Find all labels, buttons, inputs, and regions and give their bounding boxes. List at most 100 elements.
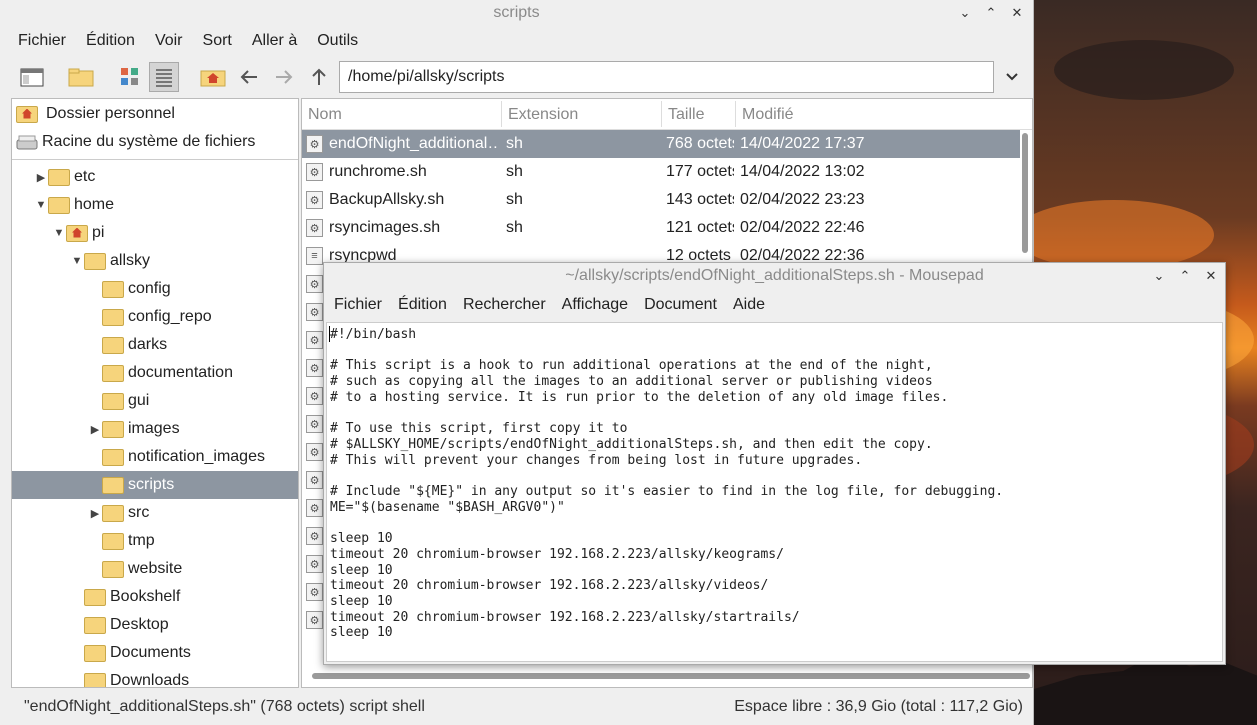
file-row[interactable]: ⚙ rsyncimages.sh sh 121 octets 02/04/2022 22… [302,214,1020,242]
window-title: scripts [493,4,540,21]
file-name: BackupAllsky.sh [329,191,445,208]
path-input[interactable]: /home/pi/allsky/scripts [339,61,994,93]
file-row[interactable]: ⚙ endOfNight_additional… sh 768 octets 14/04… [302,130,1020,158]
tree-item-website[interactable]: website [12,555,298,583]
place-label: Dossier personnel [46,105,175,122]
path-history-dropdown[interactable] [1000,61,1024,93]
tree-item-images[interactable]: ▶ images [12,415,298,443]
mousepad-close-button[interactable]: ✕ [1203,268,1219,284]
menu-sort[interactable]: Sort [193,30,242,52]
mousepad-maximize-button[interactable]: ⌃ [1177,268,1193,284]
script-file-icon: ⚙ [306,219,323,237]
horizontal-scrollbar[interactable] [312,673,1030,679]
expanded-arrow-icon[interactable]: ▼ [70,255,84,267]
folder-icon [102,364,124,382]
folder-icon [48,168,70,186]
side-pane: Dossier personnel Racine du système de f… [11,98,299,688]
new-tab-button[interactable] [66,62,96,92]
tree-item-label: Bookshelf [110,588,181,605]
arrow-up-icon [312,68,326,85]
status-free-space: Espace libre : 36,9 Gio (total : 117,2 G… [734,698,1023,715]
folder-icon [102,280,124,298]
status-bar: "endOfNight_additionalSteps.sh" (768 oct… [0,690,1034,725]
status-selection: "endOfNight_additionalSteps.sh" (768 oct… [24,698,425,715]
mousepad-menu-affichage[interactable]: Affichage [554,294,636,316]
mousepad-title: ~/allsky/scripts/endOfNight_additionalSt… [565,267,984,284]
file-modified: 02/04/2022 22:46 [740,219,865,236]
text-cursor [329,326,330,342]
tree-item-etc[interactable]: ▶ etc [12,163,298,191]
mousepad-menu-rechercher[interactable]: Rechercher [455,294,554,316]
tree-item-tmp[interactable]: tmp [12,527,298,555]
script-file-icon: ⚙ [306,499,323,517]
collapsed-arrow-icon[interactable]: ▶ [88,507,102,520]
place-label: Racine du système de fichiers [42,133,256,150]
tree-item-scripts[interactable]: scripts [12,471,298,499]
column-size[interactable]: Taille [668,106,704,124]
expanded-arrow-icon[interactable]: ▼ [34,199,48,211]
menu-voir[interactable]: Voir [145,30,193,52]
new-window-button[interactable] [17,62,47,92]
tree-item-label: documentation [128,364,233,381]
mousepad-menu-fichier[interactable]: Fichier [326,294,390,316]
home-button[interactable] [198,62,228,92]
script-file-icon: ⚙ [306,163,323,181]
column-modified[interactable]: Modifié [742,106,794,124]
menu-fichier[interactable]: Fichier [8,30,76,52]
script-file-icon: ⚙ [306,583,323,601]
place-root[interactable]: Racine du système de fichiers [16,129,255,155]
text-editor[interactable]: #!/bin/bash # This script is a hook to r… [326,322,1223,662]
tree-item-config-repo[interactable]: config_repo [12,303,298,331]
tree-item-config[interactable]: config [12,275,298,303]
menu-outils[interactable]: Outils [307,30,368,52]
column-name[interactable]: Nom [308,106,342,124]
arrow-right-icon [276,70,293,84]
tree-item-gui[interactable]: gui [12,387,298,415]
minimize-button[interactable]: ⌄ [957,5,973,21]
menu-edition[interactable]: Édition [76,30,145,52]
list-view-icon [156,69,172,87]
icon-view-button[interactable] [115,62,145,92]
icon-view-icon [121,68,138,85]
mousepad-menu-aide[interactable]: Aide [725,294,773,316]
close-button[interactable]: ✕ [1009,5,1025,21]
tree-item-label: darks [128,336,168,353]
place-home[interactable]: Dossier personnel [16,101,175,127]
folder-icon [102,560,124,578]
menu-aller[interactable]: Aller à [242,30,307,52]
tree-item-documentation[interactable]: documentation [12,359,298,387]
folder-icon [84,252,106,270]
file-row[interactable]: ⚙ runchrome.sh sh 177 octets 14/04/2022 13:0… [302,158,1020,186]
script-file-icon: ⚙ [306,443,323,461]
menu-bar: Fichier Édition Voir Sort Aller à Outils [8,30,368,52]
tree-item-allsky[interactable]: ▼ allsky [12,247,298,275]
mousepad-menu-document[interactable]: Document [636,294,725,316]
collapsed-arrow-icon[interactable]: ▶ [34,171,48,184]
back-button[interactable] [234,62,264,92]
maximize-button[interactable]: ⌃ [983,5,999,21]
tree-item-label: home [74,196,115,213]
forward-button[interactable] [269,62,299,92]
column-extension[interactable]: Extension [508,106,578,124]
script-file-icon: ⚙ [306,415,323,433]
tree-item-documents[interactable]: Documents [12,639,298,667]
vertical-scrollbar[interactable] [1022,133,1028,253]
tree-item-bookshelf[interactable]: Bookshelf [12,583,298,611]
tree-item-downloads[interactable]: Downloads [12,667,298,687]
list-view-button[interactable] [149,62,179,92]
tree-item-home[interactable]: ▼ home [12,191,298,219]
tree-item-darks[interactable]: darks [12,331,298,359]
mousepad-menu-edition[interactable]: Édition [390,294,455,316]
tree-item-label: Desktop [110,616,169,633]
file-row[interactable]: ⚙ BackupAllsky.sh sh 143 octets 02/04/2022 2… [302,186,1020,214]
mousepad-minimize-button[interactable]: ⌄ [1151,268,1167,284]
up-button[interactable] [304,62,334,92]
expanded-arrow-icon[interactable]: ▼ [52,227,66,239]
tree-item-src[interactable]: ▶ src [12,499,298,527]
tree-item-notification-images[interactable]: notification_images [12,443,298,471]
file-modified: 14/04/2022 13:02 [740,163,865,180]
tree-item-label: gui [128,392,150,409]
collapsed-arrow-icon[interactable]: ▶ [88,423,102,436]
tree-item-pi[interactable]: ▼ pi [12,219,298,247]
tree-item-desktop[interactable]: Desktop [12,611,298,639]
